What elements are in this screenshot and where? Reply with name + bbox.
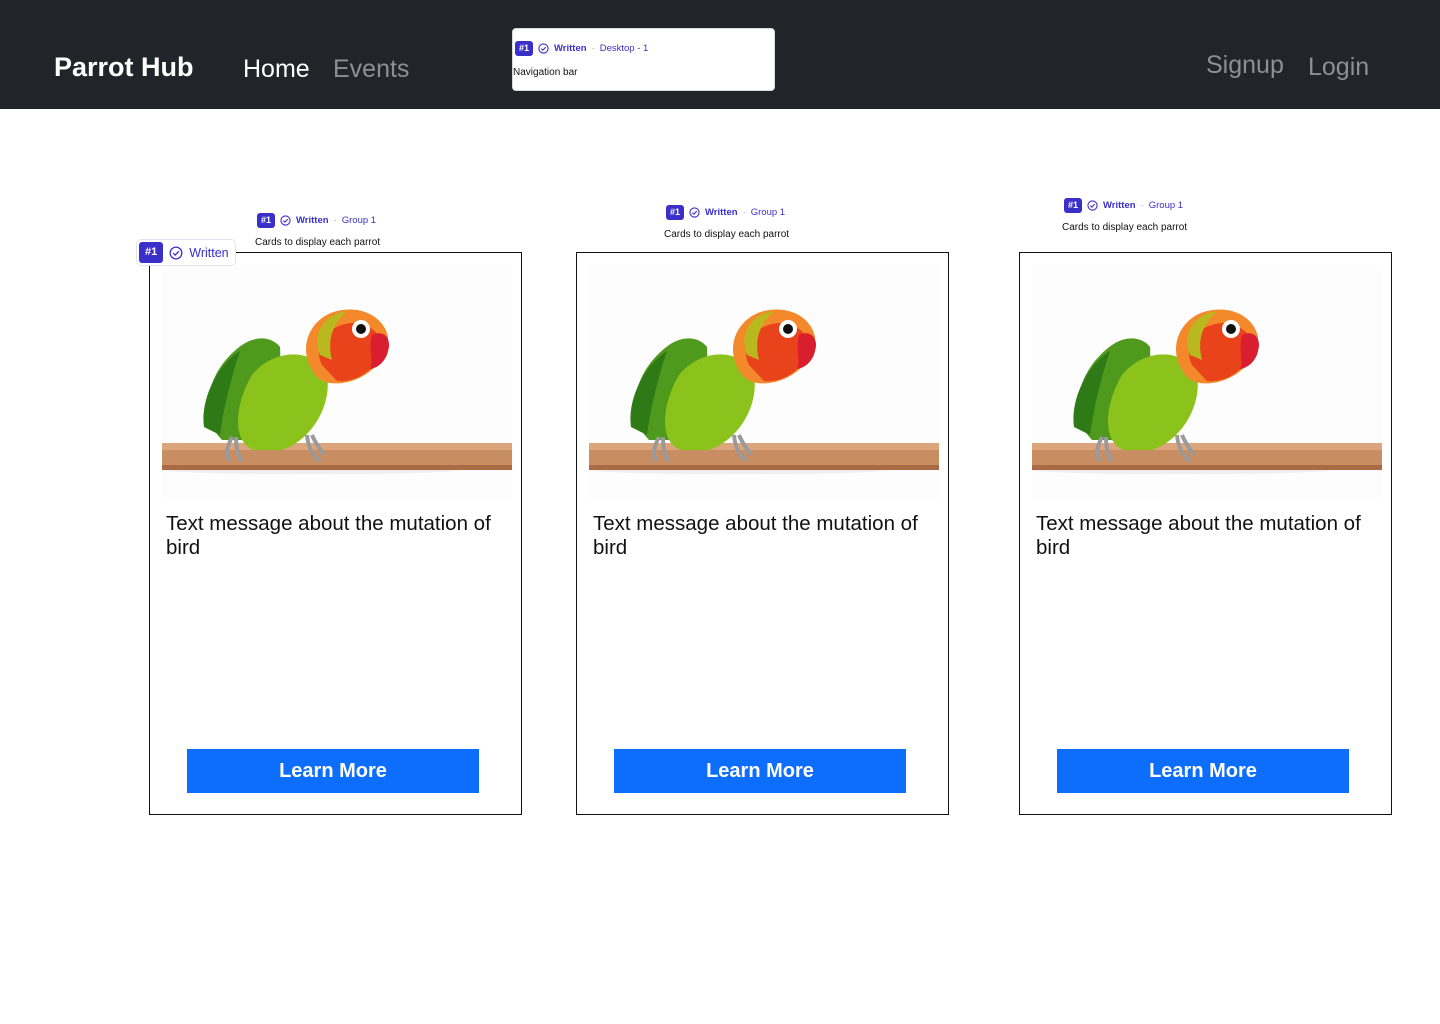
card-description: Text message about the mutation of bird xyxy=(166,512,491,559)
parrot-card-2: Text message about the mutation of bird … xyxy=(576,252,949,815)
card-description: Text message about the mutation of bird xyxy=(1036,512,1361,559)
annotation-frame-name: Group 1 xyxy=(1148,200,1184,211)
login-link[interactable]: Login xyxy=(1308,50,1369,84)
annotation-separator: · xyxy=(742,207,746,218)
annotation-separator: · xyxy=(591,43,595,54)
annotation-frame-name: Group 1 xyxy=(750,207,786,218)
annotation-tag: #1 xyxy=(515,41,534,56)
annotation-description-card-3: Cards to display each parrot xyxy=(1062,222,1188,233)
check-circle-icon xyxy=(280,215,291,226)
learn-more-button[interactable]: Learn More xyxy=(187,749,479,793)
annotation-header-card-1[interactable]: #1 Written · Group 1 xyxy=(257,213,376,228)
annotation-popup-navbar[interactable]: #1 Written · Desktop - 1 Navigation bar xyxy=(512,28,775,91)
nav-link-home[interactable]: Home xyxy=(243,52,310,86)
annotation-status: Written xyxy=(554,43,587,54)
annotation-tag: #1 xyxy=(666,205,685,220)
annotation-separator: · xyxy=(333,215,337,226)
annotation-description-card-2: Cards to display each parrot xyxy=(664,229,790,240)
annotation-badge-selected[interactable]: #1 Written xyxy=(137,240,235,265)
brand-logo-text[interactable]: Parrot Hub xyxy=(54,50,194,84)
signup-link[interactable]: Signup xyxy=(1206,48,1284,82)
parrot-image xyxy=(1032,265,1382,501)
annotation-status: Written xyxy=(1103,200,1136,211)
check-circle-icon xyxy=(689,207,700,218)
annotation-description: Navigation bar xyxy=(513,67,578,78)
learn-more-button[interactable]: Learn More xyxy=(1057,749,1349,793)
annotation-tag: #1 xyxy=(1064,198,1083,213)
card-description: Text message about the mutation of bird xyxy=(593,512,918,559)
check-circle-icon xyxy=(538,43,549,54)
annotation-status: Written xyxy=(705,207,738,218)
parrot-image xyxy=(589,265,939,501)
nav-link-events[interactable]: Events xyxy=(333,52,409,86)
annotation-header-card-3[interactable]: #1 Written · Group 1 xyxy=(1064,198,1183,213)
annotation-header-card-2[interactable]: #1 Written · Group 1 xyxy=(666,205,785,220)
annotation-tag: #1 xyxy=(139,242,164,263)
learn-more-button[interactable]: Learn More xyxy=(614,749,906,793)
annotation-description-card-1: Cards to display each parrot xyxy=(255,237,381,248)
parrot-image xyxy=(162,265,512,501)
annotation-frame-name: Desktop - 1 xyxy=(599,43,649,54)
annotation-header: #1 Written · Desktop - 1 xyxy=(515,41,648,56)
annotation-frame-name: Group 1 xyxy=(341,215,377,226)
check-circle-icon xyxy=(169,246,183,259)
annotation-separator: · xyxy=(1140,200,1144,211)
annotation-status: Written xyxy=(189,245,229,260)
parrot-card-1: Text message about the mutation of bird … xyxy=(149,252,522,815)
parrot-card-3: Text message about the mutation of bird … xyxy=(1019,252,1392,815)
annotation-status: Written xyxy=(296,215,329,226)
check-circle-icon xyxy=(1087,200,1098,211)
annotation-tag: #1 xyxy=(257,213,276,228)
